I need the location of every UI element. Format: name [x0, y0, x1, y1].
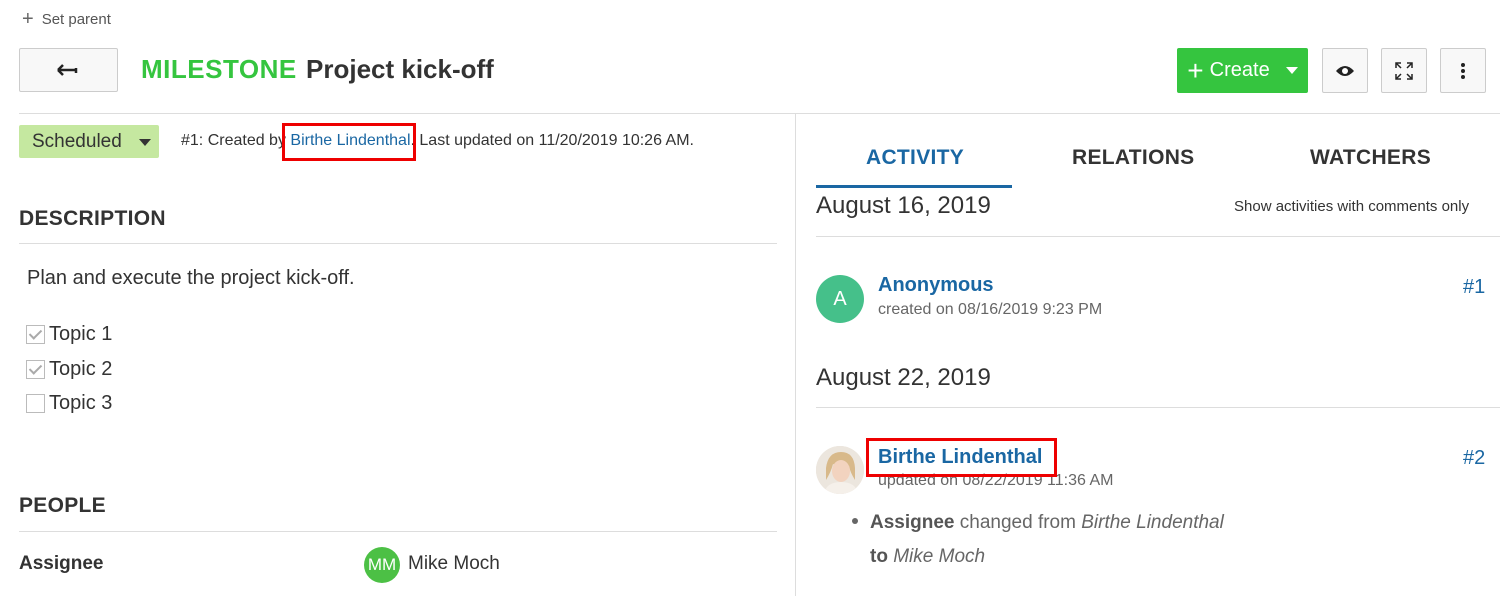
checkbox[interactable]: [26, 360, 45, 379]
date-divider: [816, 407, 1500, 408]
activity-number-link[interactable]: #2: [1463, 447, 1485, 470]
created-prefix: #1: Created by: [181, 132, 291, 149]
task-item: Topic 1: [26, 323, 112, 346]
set-parent-label: Set parent: [41, 10, 111, 28]
plus-icon: +: [1187, 54, 1204, 86]
activity-date-heading: August 16, 2019: [816, 192, 991, 219]
updated-info: . Last updated on 11/20/2019 10:26 AM.: [410, 132, 694, 149]
created-info: #1: Created by Birthe Lindenthal. Last u…: [181, 132, 694, 150]
tab-relations[interactable]: RELATIONS: [1072, 146, 1194, 170]
activity-user-link[interactable]: Anonymous: [878, 274, 994, 297]
eye-icon: [1336, 65, 1354, 76]
task-label: Topic 1: [49, 323, 113, 345]
status-dropdown[interactable]: Scheduled: [19, 125, 159, 158]
watch-button[interactable]: [1322, 48, 1368, 93]
section-divider: [19, 531, 777, 532]
tab-activity[interactable]: ACTIVITY: [866, 146, 964, 170]
caret-down-icon: [1285, 67, 1298, 74]
changed-field: Assignee: [870, 512, 955, 533]
changed-from-text: changed from: [959, 512, 1076, 533]
new-value: Mike Moch: [893, 546, 986, 567]
avatar: MM: [364, 547, 400, 583]
activity-timestamp: created on 08/16/2019 9:23 PM: [878, 301, 1103, 318]
avatar: [816, 446, 864, 494]
checkbox[interactable]: [26, 394, 45, 413]
user-photo-icon: [816, 446, 864, 494]
back-arrow-icon: [56, 64, 77, 76]
assignee-value[interactable]: Mike Moch: [408, 553, 500, 575]
page-title[interactable]: Project kick-off: [306, 54, 494, 85]
create-button[interactable]: + Create: [1177, 48, 1308, 93]
activity-date-heading: August 22, 2019: [816, 364, 991, 391]
work-package-type: MILESTONE: [141, 54, 297, 84]
comments-only-toggle[interactable]: Show activities with comments only: [1234, 198, 1469, 215]
caret-down-icon: [139, 139, 151, 146]
status-label: Scheduled: [32, 130, 122, 152]
back-button[interactable]: [19, 48, 118, 92]
column-divider: [795, 113, 796, 596]
people-heading: PEOPLE: [19, 494, 106, 517]
to-text: to: [870, 546, 888, 567]
activity-change-detail-continued: to Mike Moch: [870, 546, 985, 568]
activity-change-detail: Assignee changed from Birthe Lindenthal: [852, 512, 1224, 534]
set-parent-link[interactable]: + Set parent: [22, 8, 111, 30]
old-value: Birthe Lindenthal: [1081, 512, 1224, 533]
fullscreen-button[interactable]: [1381, 48, 1427, 93]
description-text[interactable]: Plan and execute the project kick-off.: [27, 267, 355, 290]
task-label: Topic 2: [49, 358, 113, 380]
highlight-box: [866, 438, 1057, 477]
checkbox[interactable]: [26, 325, 45, 344]
date-divider: [816, 236, 1500, 237]
task-item: Topic 3: [26, 392, 112, 415]
more-options-button[interactable]: [1440, 48, 1486, 93]
plus-icon: +: [22, 8, 34, 30]
avatar: A: [816, 275, 864, 323]
activity-number-link[interactable]: #1: [1463, 276, 1485, 299]
active-tab-indicator: [816, 185, 1012, 188]
create-button-label: Create: [1209, 59, 1270, 81]
description-heading: DESCRIPTION: [19, 207, 166, 230]
assignee-label: Assignee: [19, 553, 104, 574]
section-divider: [19, 243, 777, 244]
task-item: Topic 2: [26, 358, 112, 381]
bullet-icon: [852, 517, 858, 524]
tab-watchers[interactable]: WATCHERS: [1310, 146, 1431, 170]
more-vertical-icon: [1461, 62, 1465, 79]
expand-icon: [1395, 61, 1413, 80]
header-divider: [19, 113, 1500, 114]
highlight-box: [282, 123, 416, 161]
task-label: Topic 3: [49, 392, 113, 414]
